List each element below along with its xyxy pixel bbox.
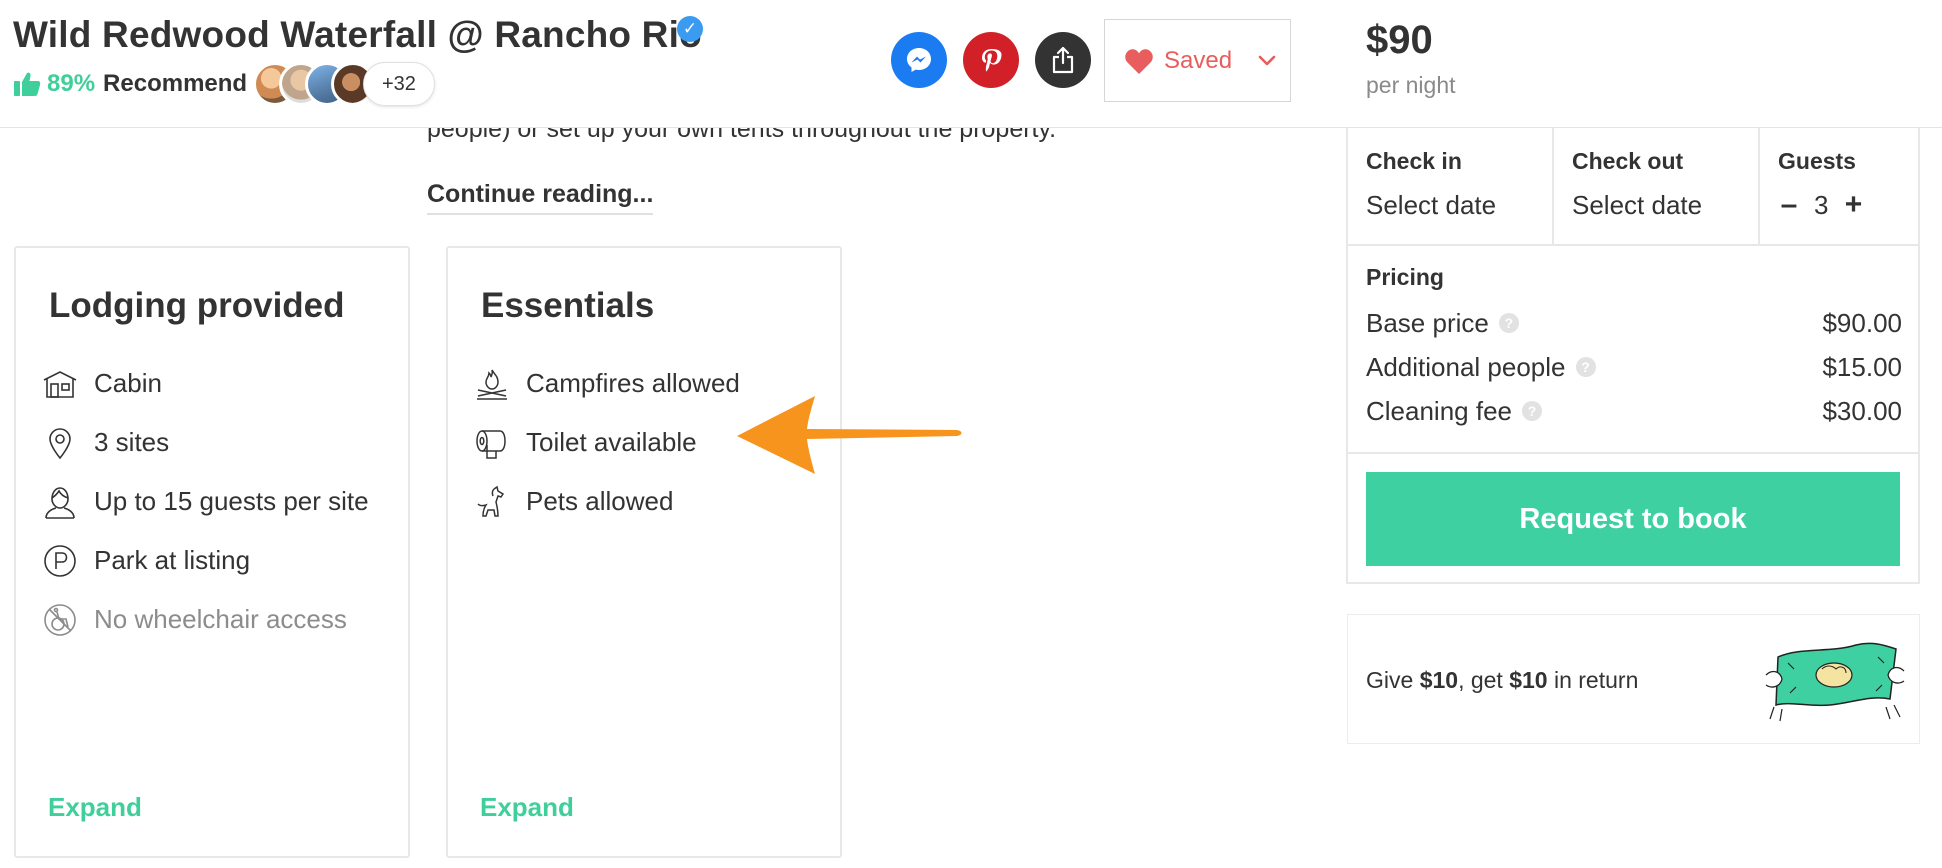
verified-badge-icon: ✓ bbox=[677, 16, 703, 42]
pricing-title: Pricing bbox=[1366, 264, 1444, 290]
expand-link[interactable]: Expand bbox=[480, 792, 574, 823]
help-icon[interactable]: ? bbox=[1575, 357, 1596, 377]
thumbs-up-icon bbox=[14, 72, 41, 96]
nightly-price: $90 bbox=[1366, 18, 1433, 62]
item-label: 3 sites bbox=[94, 427, 170, 457]
booking-panel: Check in Select date Check out Select da… bbox=[1346, 128, 1920, 584]
check-out-value[interactable]: Select date bbox=[1572, 190, 1702, 221]
referral-text: Give $10, get $10 in return bbox=[1366, 667, 1638, 694]
referral-get-amount: $10 bbox=[1509, 667, 1548, 693]
date-guest-selector: Check in Select date Check out Select da… bbox=[1348, 128, 1918, 246]
check-out-field[interactable]: Check out Select date bbox=[1554, 128, 1760, 246]
share-icon bbox=[1052, 46, 1074, 74]
help-icon[interactable]: ? bbox=[1498, 313, 1519, 333]
saved-button[interactable]: Saved bbox=[1104, 19, 1291, 102]
referral-banner[interactable]: Give $10, get $10 in return bbox=[1347, 614, 1920, 744]
share-button[interactable] bbox=[1035, 32, 1091, 88]
more-recommenders-count[interactable]: +32 bbox=[363, 62, 435, 106]
price-row-label: Base price bbox=[1366, 307, 1489, 338]
listing-header: Wild Redwood Waterfall @ Rancho Rio ✓ 89… bbox=[0, 0, 1942, 128]
item-label: Campfires allowed bbox=[526, 368, 740, 398]
referral-get-text: , get bbox=[1458, 667, 1510, 693]
lodging-provided-card: Lodging provided Cabin 3 sites Up to 15 … bbox=[14, 246, 410, 858]
increment-guests-button[interactable]: + bbox=[1842, 188, 1864, 222]
pinterest-share-button[interactable] bbox=[963, 32, 1019, 88]
lodging-list: Cabin 3 sites Up to 15 guests per site P… bbox=[42, 354, 369, 649]
price-row: Cleaning fee ? $30.00 bbox=[1366, 389, 1902, 433]
no-wheelchair-icon bbox=[44, 603, 76, 636]
price-row-label: Additional people bbox=[1366, 351, 1566, 382]
saved-label: Saved bbox=[1164, 46, 1233, 74]
request-to-book-button[interactable]: Request to book bbox=[1366, 472, 1900, 566]
referral-give-text: Give bbox=[1366, 667, 1420, 693]
item-label: Park at listing bbox=[94, 545, 251, 575]
price-row-label: Cleaning fee bbox=[1366, 395, 1512, 426]
card-title: Essentials bbox=[481, 286, 655, 325]
annotation-arrow-icon bbox=[737, 396, 962, 474]
essentials-card: Essentials Campfires allowed Toilet avai… bbox=[446, 246, 842, 858]
check-in-value[interactable]: Select date bbox=[1366, 190, 1496, 221]
recommend-percent: 89% bbox=[47, 70, 96, 97]
check-in-field[interactable]: Check in Select date bbox=[1348, 128, 1554, 246]
campfire-icon bbox=[477, 369, 507, 400]
referral-tail-text: in return bbox=[1547, 667, 1639, 693]
listing-title: Wild Redwood Waterfall @ Rancho Rio bbox=[13, 14, 702, 55]
per-night-label: per night bbox=[1366, 72, 1456, 98]
guests-stepper: – 3 + bbox=[1778, 188, 1864, 222]
price-row: Additional people ? $15.00 bbox=[1366, 345, 1902, 389]
cabin-icon bbox=[43, 370, 77, 398]
list-item: Campfires allowed bbox=[474, 354, 740, 413]
recommend-label: Recommend bbox=[103, 70, 248, 97]
list-item: Cabin bbox=[42, 354, 369, 413]
recommender-avatars[interactable]: +32 bbox=[253, 61, 435, 107]
list-item: Up to 15 guests per site bbox=[42, 472, 369, 531]
price-row-amount: $15.00 bbox=[1822, 351, 1902, 382]
card-title: Lodging provided bbox=[49, 286, 345, 325]
guest-icon bbox=[45, 486, 75, 519]
dog-icon bbox=[477, 485, 505, 517]
expand-link[interactable]: Expand bbox=[48, 792, 142, 823]
continue-reading-link[interactable]: Continue reading... bbox=[427, 180, 654, 215]
pinterest-icon bbox=[982, 49, 1002, 72]
item-label: Pets allowed bbox=[526, 486, 674, 516]
check-out-label: Check out bbox=[1572, 148, 1684, 174]
pricing-section: Pricing Base price ? $90.00 Additional p… bbox=[1366, 264, 1902, 433]
check-in-label: Check in bbox=[1366, 148, 1462, 174]
location-pin-icon bbox=[49, 427, 71, 459]
guests-field: Guests – 3 + bbox=[1760, 128, 1918, 246]
messenger-icon bbox=[907, 48, 931, 72]
list-item: Park at listing bbox=[42, 531, 369, 590]
toilet-paper-icon bbox=[476, 429, 506, 459]
essentials-list: Campfires allowed Toilet available Pets … bbox=[474, 354, 740, 531]
price-row: Base price ? $90.00 bbox=[1366, 301, 1902, 345]
item-label: No wheelchair access bbox=[94, 604, 347, 634]
price-row-amount: $30.00 bbox=[1822, 395, 1902, 426]
item-label: Cabin bbox=[94, 368, 162, 398]
referral-give-amount: $10 bbox=[1419, 667, 1459, 693]
money-bill-illustration-icon bbox=[1765, 642, 1905, 722]
recommend-row: 89% Recommend bbox=[13, 69, 247, 99]
list-item: Pets allowed bbox=[474, 472, 740, 531]
item-label: Toilet available bbox=[526, 427, 697, 457]
guests-count: 3 bbox=[1814, 189, 1829, 220]
parking-icon bbox=[44, 544, 76, 577]
guests-label: Guests bbox=[1778, 148, 1856, 174]
list-item: No wheelchair access bbox=[42, 590, 369, 649]
price-row-amount: $90.00 bbox=[1822, 307, 1902, 338]
divider bbox=[1348, 452, 1918, 454]
help-icon[interactable]: ? bbox=[1522, 401, 1542, 421]
heart-icon bbox=[1125, 48, 1153, 74]
messenger-share-button[interactable] bbox=[891, 32, 947, 88]
decrement-guests-button[interactable]: – bbox=[1778, 188, 1800, 222]
chevron-down-icon[interactable] bbox=[1258, 55, 1276, 67]
item-label: Up to 15 guests per site bbox=[94, 486, 369, 516]
list-item: Toilet available bbox=[474, 413, 740, 472]
list-item: 3 sites bbox=[42, 413, 369, 472]
